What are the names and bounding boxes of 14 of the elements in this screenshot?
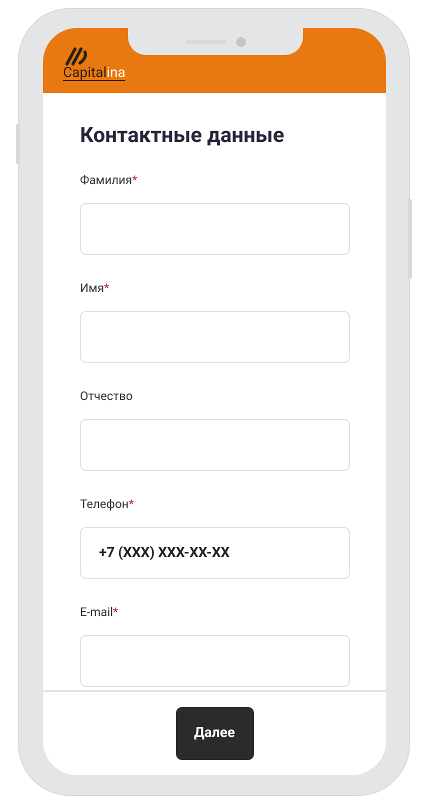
input-field[interactable] bbox=[80, 634, 350, 686]
field-label: Фамилия* bbox=[80, 172, 138, 188]
input-field[interactable] bbox=[80, 310, 350, 362]
logo-icon bbox=[63, 46, 89, 66]
input-field[interactable] bbox=[80, 202, 350, 254]
form-title: Контактные данные bbox=[80, 123, 286, 150]
input-field[interactable] bbox=[80, 418, 350, 470]
field-label: Отчество bbox=[80, 388, 134, 404]
next-button[interactable]: Далее bbox=[176, 707, 254, 760]
input-field[interactable]: +7 (XXX) XXX-XX-XX bbox=[80, 526, 350, 578]
logo-text: Capitalina bbox=[63, 66, 126, 81]
field-label: E-mail* bbox=[80, 604, 120, 620]
field-label: Телефон* bbox=[80, 496, 135, 512]
field-label: Имя* bbox=[80, 280, 110, 296]
